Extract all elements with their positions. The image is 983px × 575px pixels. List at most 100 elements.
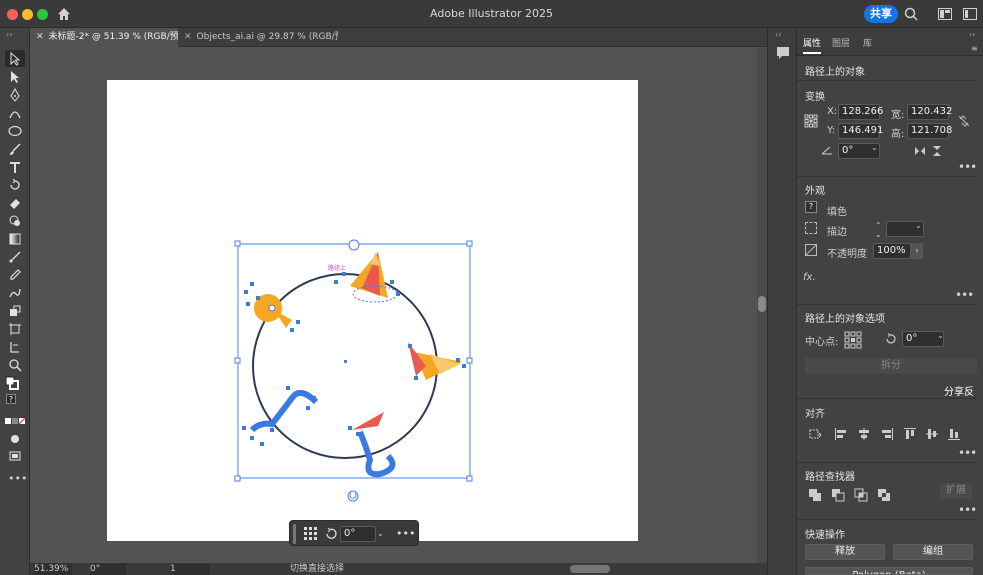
rotate-view-field[interactable]: 0° [90, 563, 126, 575]
bbox-handle [234, 357, 241, 364]
chevron-down-icon[interactable]: ⌄ [871, 143, 878, 152]
tab-document-untitled[interactable]: ✕ 未标题-2* @ 51.39 % (RGB/预览) [30, 28, 178, 47]
workspace-switcher-icon[interactable] [938, 8, 952, 20]
zoom-level-field[interactable]: 51.39% [34, 563, 72, 575]
collapse-panel-icon[interactable]: ›› [969, 30, 975, 39]
exclude-icon[interactable] [877, 488, 891, 502]
close-tab-icon[interactable]: ✕ [36, 32, 44, 42]
eyedropper-tool-icon[interactable] [5, 266, 25, 283]
tab-document-objects[interactable]: ✕ Objects_ai.ai @ 29.87 % (RGB/预览) [178, 28, 338, 47]
comments-icon[interactable] [775, 45, 791, 61]
center-point-grid-icon[interactable] [844, 331, 862, 349]
expand-button[interactable]: 扩展 [940, 483, 972, 499]
effects-button[interactable]: fx. [803, 272, 816, 283]
intersect-icon[interactable] [854, 488, 868, 502]
squiggle-object-left [249, 389, 319, 433]
align-vertical-center-icon[interactable] [925, 427, 939, 441]
live-paint-tool-icon[interactable] [5, 302, 25, 319]
puppet-warp-tool-icon[interactable] [5, 284, 25, 301]
flip-horizontal-icon[interactable] [914, 146, 926, 156]
more-options-icon[interactable]: ••• [396, 527, 415, 540]
release-button[interactable]: 释放 [805, 544, 885, 560]
share-button[interactable]: 共享 [864, 5, 898, 23]
shape-builder-tool-icon[interactable] [5, 212, 25, 229]
align-to-selection-icon[interactable] [807, 427, 823, 441]
zoom-tool-icon[interactable] [5, 356, 25, 373]
width-label: 宽: [891, 110, 905, 121]
minus-front-icon[interactable] [831, 488, 845, 502]
y-position-input[interactable]: 146.491 [838, 123, 883, 139]
align-title: 对齐 [805, 409, 825, 420]
unite-icon[interactable] [808, 488, 822, 502]
stroke-swatch[interactable] [805, 222, 817, 234]
height-input[interactable]: 121.708 [907, 123, 952, 139]
close-tab-icon[interactable]: ✕ [184, 32, 192, 42]
objects-on-path-artwork[interactable]: 路径上 [230, 236, 480, 506]
align-bottom-icon[interactable] [947, 427, 961, 441]
width-input[interactable]: 120.432 [907, 104, 952, 120]
rotate-tool-icon[interactable] [5, 176, 25, 193]
color-mode-icon[interactable] [4, 417, 26, 427]
status-bar: 51.39% 0° 1 切换直接选择 [30, 563, 767, 575]
bbox-handle [234, 475, 241, 482]
screen-mode-icon[interactable] [5, 447, 25, 464]
mushroom-object-bottom [352, 412, 396, 478]
ellipse-tool-icon[interactable] [5, 122, 25, 139]
group-button[interactable]: 编组 [893, 544, 973, 560]
artboard-tool-icon[interactable] [5, 320, 25, 337]
unknown-fill-icon[interactable]: ? [6, 394, 16, 404]
stroke-weight-stepper-icon[interactable]: ⌃ ⌄ [875, 221, 885, 239]
slice-tool-icon[interactable] [5, 338, 25, 355]
direct-selection-tool-icon[interactable] [5, 68, 25, 85]
transform-more-icon[interactable]: ••• [958, 160, 977, 174]
horizontal-scrollbar-thumb[interactable] [570, 565, 610, 573]
appearance-more-icon[interactable]: ••• [955, 288, 974, 302]
center-point [344, 360, 347, 363]
fill-swatch[interactable]: ? [805, 201, 817, 213]
vertical-scrollbar[interactable] [757, 48, 767, 563]
align-more-icon[interactable]: ••• [958, 446, 977, 460]
align-left-icon[interactable] [834, 427, 848, 441]
rotate-handle [347, 490, 359, 502]
panel-menu-icon[interactable]: ≡ [971, 44, 978, 53]
paintbrush-tool-icon[interactable] [5, 140, 25, 157]
fill-stroke-swatch-icon[interactable] [4, 375, 26, 393]
align-top-icon[interactable] [903, 427, 917, 441]
chevron-down-icon[interactable]: ⌄ [377, 526, 387, 542]
reference-point-icon[interactable] [804, 114, 818, 128]
scrollbar-thumb[interactable] [758, 296, 766, 312]
tab-properties[interactable]: 属性 [803, 36, 822, 54]
edit-toolbar-more-icon[interactable]: ••• [8, 472, 27, 485]
chevron-down-icon[interactable]: ⌄ [937, 331, 944, 340]
blend-tool-icon[interactable] [5, 248, 25, 265]
curvature-tool-icon[interactable] [5, 104, 25, 121]
panel-toggle-icon[interactable] [963, 8, 977, 20]
artboard-number-field[interactable]: 1 [170, 563, 210, 575]
chevron-down-icon[interactable]: ⌄ [915, 221, 922, 230]
drag-handle[interactable] [293, 524, 296, 544]
tab-layers[interactable]: 图层 [832, 36, 850, 49]
tab-libraries[interactable]: 库 [863, 36, 872, 49]
chevron-right-icon[interactable]: › [911, 243, 923, 259]
search-icon[interactable] [904, 7, 918, 21]
type-tool-icon[interactable] [5, 158, 25, 175]
center-point-grid-icon[interactable] [303, 526, 319, 542]
flip-vertical-icon[interactable] [932, 145, 942, 157]
collapse-toolbar-icon[interactable]: ›› [6, 30, 12, 39]
gradient-tool-icon[interactable] [5, 230, 25, 247]
pen-tool-icon[interactable] [5, 86, 25, 103]
collapse-dock-icon[interactable]: ‹‹ [775, 30, 781, 39]
polygon-beta-button[interactable]: Polygon (Beta) [805, 567, 973, 575]
x-position-input[interactable]: 128.266 [838, 104, 883, 120]
constrain-proportions-icon[interactable] [957, 114, 971, 128]
opacity-input[interactable]: 100% [873, 243, 911, 259]
pathfinder-more-icon[interactable]: ••• [958, 503, 977, 517]
selection-tool-icon[interactable] [5, 50, 25, 67]
rotate-angle-input[interactable]: 0° [340, 526, 376, 542]
align-right-icon[interactable] [880, 427, 894, 441]
share-feedback-link[interactable]: 分享反 [944, 383, 974, 398]
split-button[interactable]: 拆分 [805, 358, 977, 374]
eraser-tool-icon[interactable] [5, 194, 25, 211]
draw-mode-icon[interactable] [5, 430, 25, 447]
align-horizontal-center-icon[interactable] [857, 427, 871, 441]
